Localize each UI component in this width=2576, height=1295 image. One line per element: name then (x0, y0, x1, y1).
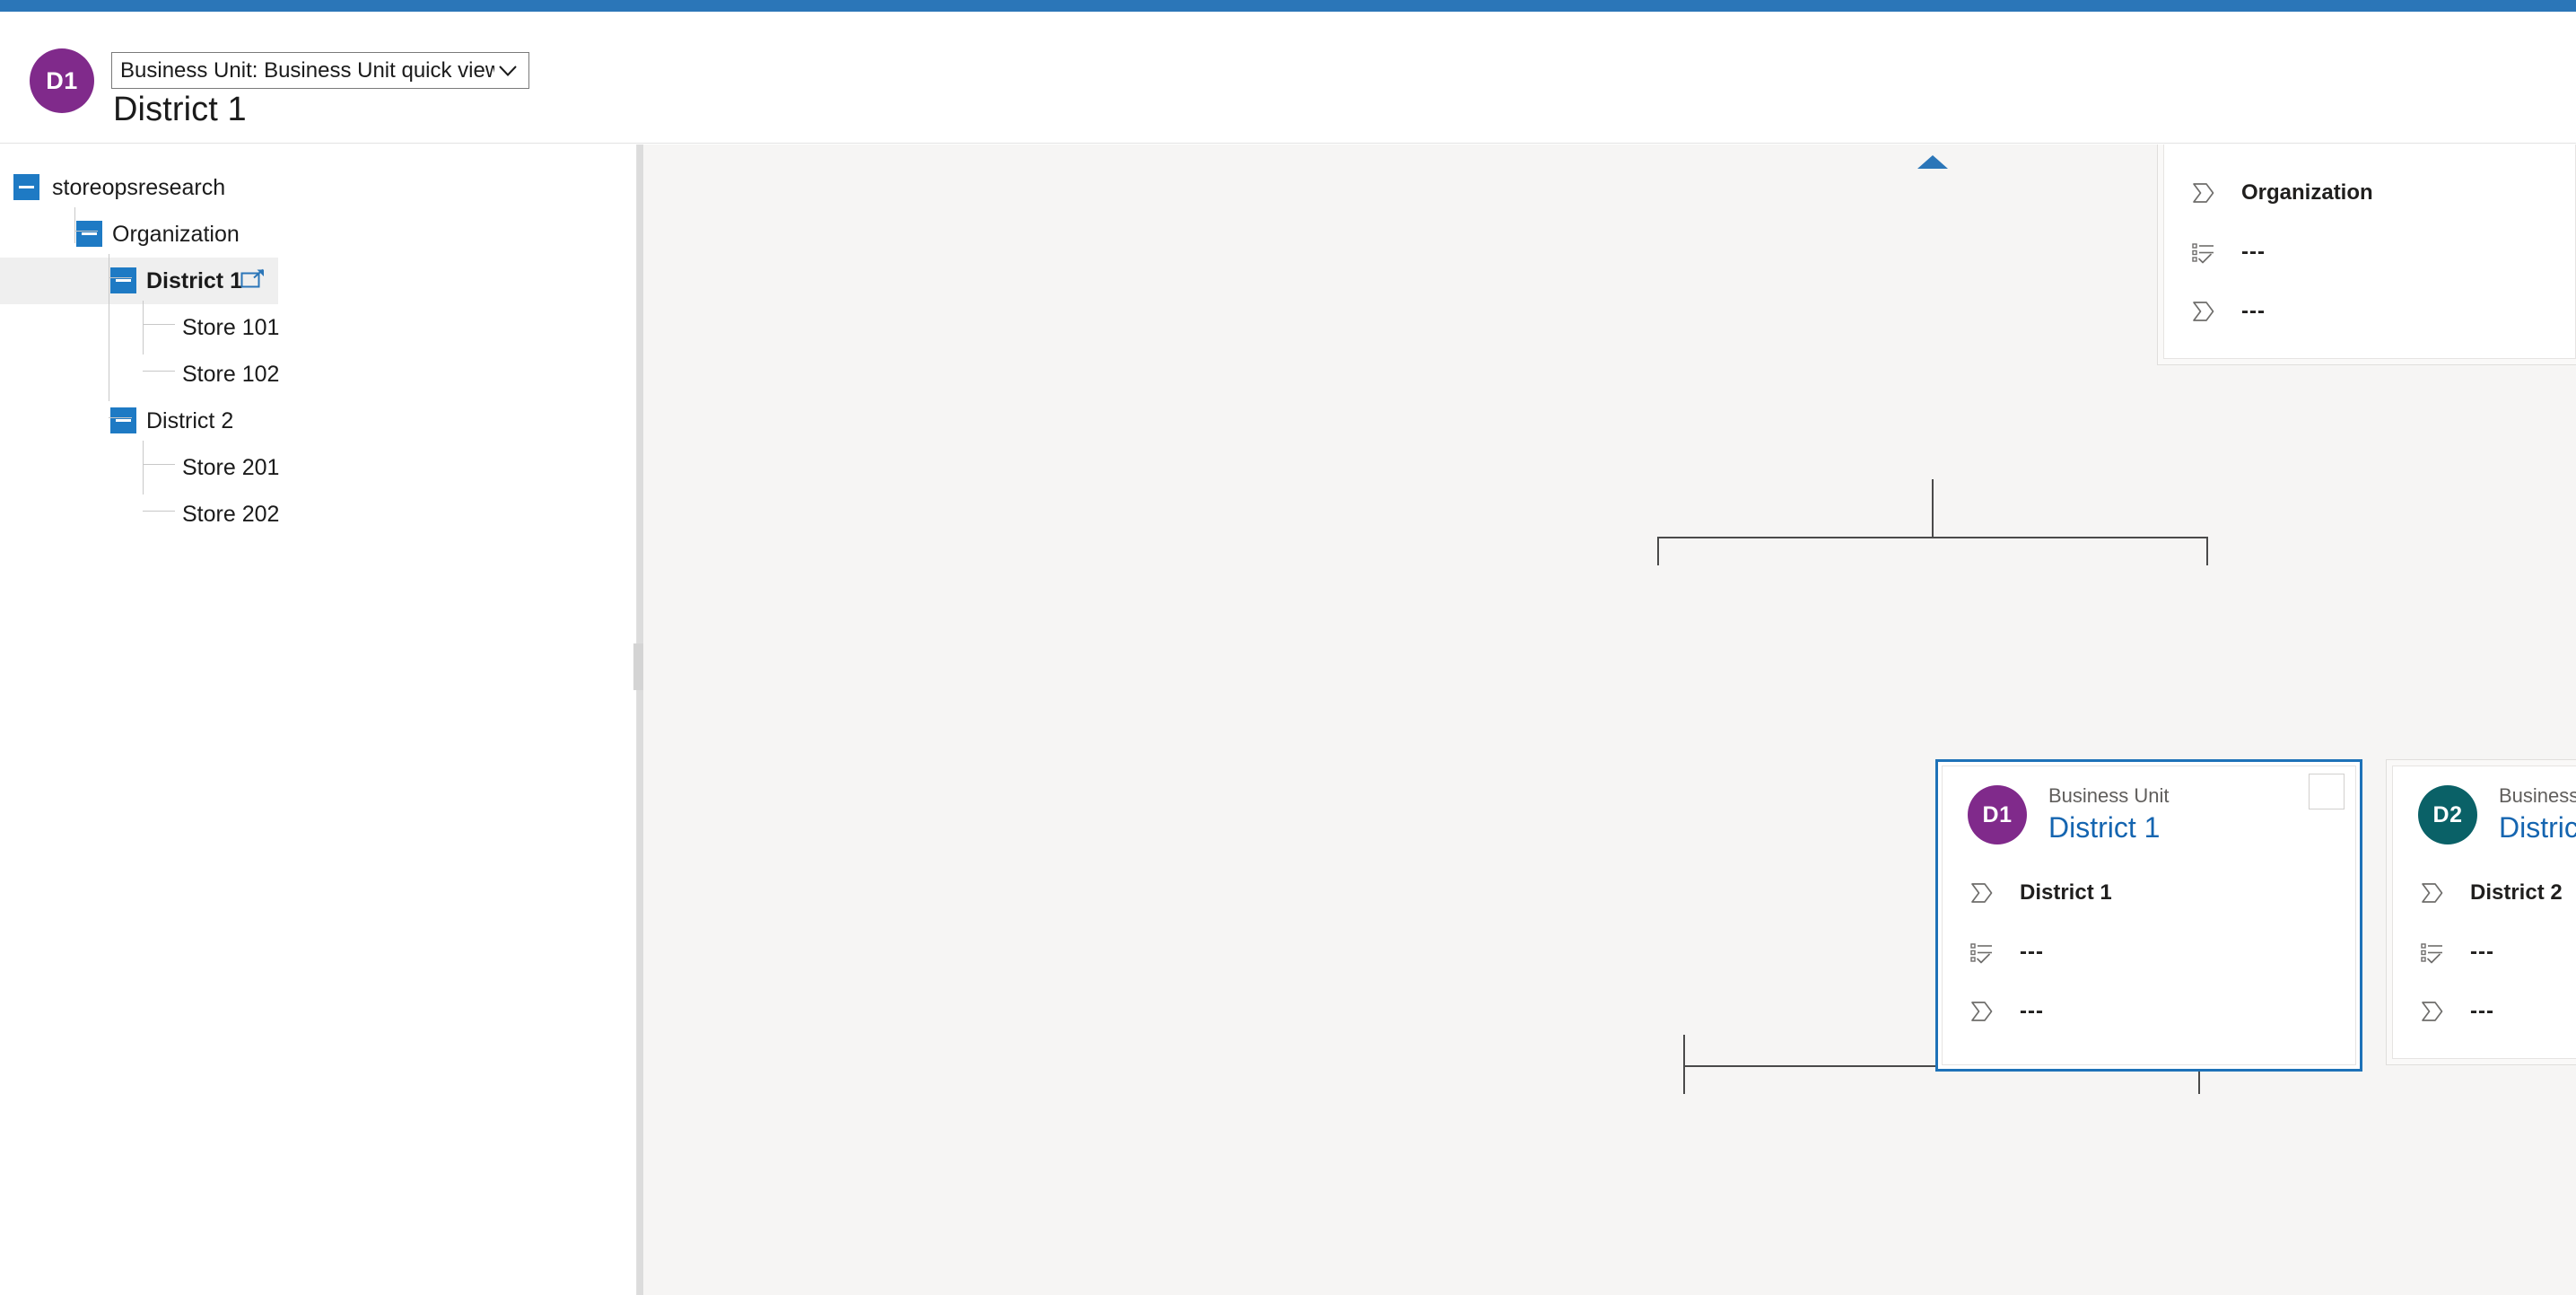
business-unit-icon (2189, 179, 2218, 207)
page-title: District 1 (113, 91, 247, 128)
card-field-row: Organization (2189, 163, 2575, 223)
minus-square-icon[interactable] (13, 174, 39, 200)
org-card-district-1[interactable]: D1 Business Unit District 1 District 1 --- --… (1935, 759, 2362, 1072)
tree-node-label: Store 101 (182, 314, 280, 340)
minus-square-icon[interactable] (110, 407, 136, 433)
org-chart-canvas: 2 OrBusiness UnitOrganizationOrganizatio… (643, 144, 2576, 1295)
open-in-new-window-icon[interactable] (240, 268, 266, 292)
card-field-row: --- (2189, 282, 2575, 341)
connector-line (1657, 537, 2208, 538)
tree-node-label: Store 201 (182, 454, 280, 480)
connector-line (1683, 1065, 1685, 1094)
app-accent-bar (0, 0, 2576, 12)
card-title-link[interactable]: Organization (2270, 144, 2432, 145)
card-field-row: --- (1968, 923, 2355, 982)
card-field-value: --- (2020, 940, 2044, 964)
card-avatar: D1 (1968, 785, 2027, 844)
business-unit-icon (1968, 879, 1996, 907)
card-field-row: --- (2189, 223, 2575, 282)
card-field-value: District 2 (2470, 880, 2563, 905)
tree-connector (74, 207, 75, 243)
tree-node-store-102[interactable]: Store 102 (0, 351, 636, 398)
card-field-row: District 1 (1968, 863, 2355, 923)
connector-line (1932, 479, 1934, 537)
tree-node-district-1[interactable]: District 1 (0, 258, 278, 304)
card-title-link[interactable]: District 1 (2048, 809, 2170, 845)
record-header: D1 Business Unit: Business Unit quick vi… (0, 12, 2576, 144)
tree-node-label: Organization (112, 221, 240, 247)
tree-node-storeopsresearch[interactable]: storeopsresearch (0, 164, 636, 211)
tree-connector (109, 277, 132, 278)
card-field-value: --- (2241, 299, 2266, 323)
minus-square-icon[interactable] (110, 267, 136, 293)
card-field-row: --- (2418, 982, 2576, 1041)
card-field-value: District 1 (2020, 880, 2112, 905)
tree-connector (143, 441, 144, 494)
tree-node-organization[interactable]: Organization (0, 211, 636, 258)
card-field-row: --- (2418, 923, 2576, 982)
business-unit-icon (2418, 997, 2447, 1026)
tree-node-label: Store 102 (182, 361, 280, 387)
tree-node-district-2[interactable]: District 2 (0, 398, 636, 444)
tree-connector (109, 417, 132, 418)
tree-node-label: District 2 (146, 407, 234, 433)
tree-connector (143, 301, 144, 354)
card-field-row: District 2 (2418, 863, 2576, 923)
chevron-down-icon (494, 57, 521, 84)
header-avatar: D1 (30, 48, 94, 113)
business-unit-icon (2418, 879, 2447, 907)
tree-node-store-101[interactable]: Store 101 (0, 304, 636, 351)
tree-connector (143, 371, 175, 372)
tree-node-store-201[interactable]: Store 201 (0, 444, 636, 491)
tree-connector (74, 231, 98, 232)
card-entity-label: Business Unit (2499, 784, 2576, 807)
org-card-district-2[interactable]: D2Business UnitDistrict 2District 2-----… (2386, 759, 2576, 1065)
org-card-organization[interactable]: OrBusiness UnitOrganizationOrganization-… (2157, 144, 2576, 365)
checklist-icon (1968, 938, 1996, 967)
checklist-icon (2189, 238, 2218, 267)
form-selector[interactable]: Business Unit: Business Unit quick view … (111, 52, 529, 89)
card-field-value: --- (2020, 999, 2044, 1023)
checklist-icon (2418, 938, 2447, 967)
card-field-value: --- (2470, 940, 2494, 964)
business-unit-icon (2189, 297, 2218, 326)
triangle-up-icon[interactable] (1917, 155, 1948, 169)
tree-connector (143, 464, 175, 465)
tree-connector (143, 324, 175, 325)
card-field-value: --- (2470, 999, 2494, 1023)
tree-node-label: storeopsresearch (52, 174, 226, 200)
connector-line (2206, 537, 2208, 565)
card-field-value: --- (2241, 240, 2266, 264)
card-field-row: --- (1968, 982, 2355, 1041)
tree-node-store-202[interactable]: Store 202 (0, 491, 636, 538)
pane-splitter[interactable] (633, 144, 647, 1295)
card-avatar: D2 (2418, 785, 2477, 844)
business-unit-icon (1968, 997, 1996, 1026)
hierarchy-tree: storeopsresearch Organization District 1 St… (0, 144, 636, 527)
tree-node-label: Store 202 (182, 501, 280, 527)
minus-square-icon[interactable] (76, 221, 102, 247)
tree-connector (143, 511, 175, 512)
hierarchy-tree-pane: storeopsresearch Organization District 1 St… (0, 144, 637, 1295)
connector-line (1657, 537, 1659, 565)
form-selector-label: Business Unit: Business Unit quick view … (120, 57, 494, 83)
card-field-value: Organization (2241, 180, 2373, 205)
card-entity-label: Business Unit (2048, 784, 2170, 807)
tree-node-label: District 1 (146, 267, 242, 293)
card-title-link[interactable]: District 2 (2499, 809, 2576, 845)
